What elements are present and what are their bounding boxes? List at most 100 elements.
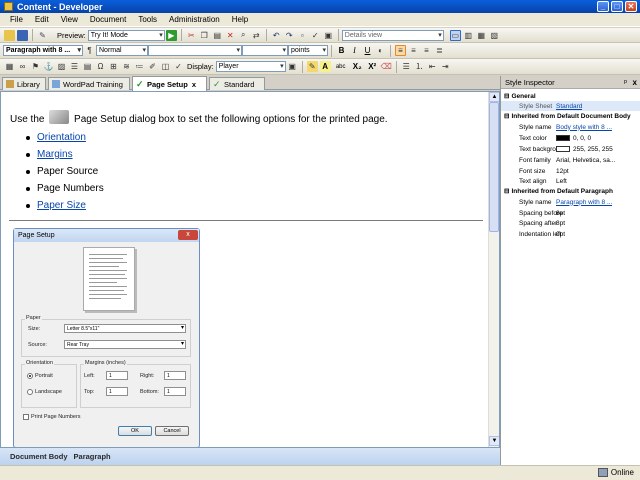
indent-icon[interactable]: ⇥ — [440, 61, 451, 72]
bullets-icon[interactable]: ☰ — [401, 61, 412, 72]
text-highlight-button[interactable]: A — [319, 61, 331, 72]
editor-area[interactable]: Use the Page Setup dialog box to set the… — [0, 91, 500, 448]
field-icon[interactable]: ⊞ — [108, 61, 119, 72]
new-page-icon[interactable]: ▫ — [297, 30, 308, 41]
paper-size-link[interactable]: Paper Size — [37, 200, 86, 211]
tab-library[interactable]: Library — [2, 77, 46, 90]
scroll-up-icon[interactable]: ▲ — [489, 92, 499, 102]
menu-administration[interactable]: Administration — [163, 15, 226, 24]
align-left-icon[interactable]: ≡ — [395, 45, 406, 56]
grid-icon[interactable]: ▤ — [82, 61, 93, 72]
tab-wordpad-training[interactable]: WordPad Training — [48, 77, 130, 90]
highlight-icon[interactable]: ✎ — [306, 61, 318, 72]
snippet-icon[interactable]: ≔ — [134, 61, 145, 72]
display-select[interactable]: Player — [215, 61, 286, 72]
cut-icon[interactable]: ✂ — [186, 30, 197, 41]
italic-button[interactable]: I — [349, 45, 360, 56]
inspector-close-icon[interactable]: x — [633, 78, 637, 87]
tab-close-icon[interactable]: x — [192, 80, 196, 89]
row-value[interactable]: Body style with 8 ... — [556, 124, 612, 131]
numbering-icon[interactable]: ⒈ — [414, 61, 425, 72]
eraser-icon[interactable]: ⌫ — [381, 61, 392, 72]
maximize-button[interactable]: □ — [611, 1, 623, 12]
find-replace-icon[interactable]: ⇄ — [251, 30, 262, 41]
pin-icon[interactable]: ᵖ — [624, 78, 627, 87]
align-center-icon[interactable]: ≡ — [408, 45, 419, 56]
row-key: Spacing after — [519, 219, 558, 227]
color-icon[interactable]: ◐ — [375, 45, 386, 56]
margins-link[interactable]: Margins — [37, 149, 73, 160]
spellcheck-icon[interactable]: ✓ — [173, 61, 184, 72]
general-section[interactable]: ⊟ General — [501, 91, 640, 101]
delete-icon[interactable]: ✕ — [225, 30, 236, 41]
bookmark-icon[interactable]: ⚑ — [30, 61, 41, 72]
undo-icon[interactable]: ↶ — [271, 30, 282, 41]
link-icon[interactable]: ∞ — [17, 61, 28, 72]
font-select[interactable] — [148, 45, 242, 56]
style-icon[interactable]: ¶ — [84, 45, 95, 56]
check-icon[interactable]: ✓ — [310, 30, 321, 41]
copy-icon[interactable]: ❐ — [199, 30, 210, 41]
outdent-icon[interactable]: ⇤ — [427, 61, 438, 72]
underline-button[interactable]: U — [362, 45, 373, 56]
bold-button[interactable]: B — [336, 45, 347, 56]
tab-page-setup[interactable]: ✓ Page Setup x — [132, 76, 207, 91]
variable-icon[interactable]: ≋ — [121, 61, 132, 72]
menu-tools[interactable]: Tools — [132, 15, 163, 24]
character-style-select[interactable]: Normal — [96, 45, 148, 56]
tab-standard[interactable]: ✓ Standard — [209, 77, 265, 90]
media-icon[interactable]: ◫ — [160, 61, 171, 72]
row-value: Left — [556, 177, 567, 185]
strikethrough-button[interactable]: abc — [333, 61, 349, 72]
minimize-button[interactable]: _ — [597, 1, 609, 12]
path-paragraph[interactable]: Paragraph — [74, 452, 111, 461]
orientation-link[interactable]: Orientation — [37, 132, 86, 143]
layout-full-icon[interactable]: ▧ — [489, 30, 500, 41]
style-sheet-row[interactable]: Style Sheet Standard — [501, 101, 640, 111]
path-document-body[interactable]: Document Body — [10, 452, 68, 461]
open-icon[interactable] — [4, 29, 15, 41]
layout-panel-icon[interactable]: ▦ — [476, 30, 487, 41]
superscript-button[interactable]: X² — [366, 61, 379, 72]
menu-document[interactable]: Document — [84, 15, 132, 24]
inspector-row: Font family Arial, Helvetica, sa... — [501, 155, 640, 165]
find-icon[interactable]: ⌕ — [238, 30, 249, 41]
list-icon[interactable]: ☰ — [69, 61, 80, 72]
paste-icon[interactable]: ▤ — [212, 30, 223, 41]
scroll-down-icon[interactable]: ▼ — [489, 436, 499, 446]
image-icon[interactable]: ▨ — [56, 61, 67, 72]
paragraph-section[interactable]: ⊟ Inherited from Default Paragraph — [501, 186, 640, 196]
menu-edit[interactable]: Edit — [29, 15, 55, 24]
view-select[interactable]: Details view — [341, 29, 444, 41]
preview-mode-select[interactable]: Try It! Mode — [87, 29, 165, 41]
properties-icon[interactable]: ▣ — [323, 30, 334, 41]
comment-icon[interactable]: ✐ — [147, 61, 158, 72]
layout-normal-icon[interactable]: ▭ — [449, 29, 461, 41]
symbol-icon[interactable]: Ω — [95, 61, 106, 72]
menu-help[interactable]: Help — [226, 15, 254, 24]
close-button[interactable]: ✕ — [625, 1, 637, 12]
scrollbar-thumb[interactable] — [489, 102, 499, 232]
row-value[interactable]: Paragraph with 8 ... — [556, 199, 612, 206]
redo-icon[interactable]: ↷ — [284, 30, 295, 41]
table-icon[interactable]: ▦ — [4, 61, 15, 72]
row-value[interactable]: Standard — [556, 103, 582, 110]
subscript-button[interactable]: X₂ — [351, 61, 364, 72]
save-icon[interactable] — [17, 29, 28, 41]
row-key: Font family — [519, 156, 551, 164]
doc-body-section[interactable]: ⊟ Inherited from Default Document Body — [501, 111, 640, 121]
menu-view[interactable]: View — [55, 15, 84, 24]
justify-icon[interactable]: ≣ — [434, 45, 445, 56]
align-right-icon[interactable]: ≡ — [421, 45, 432, 56]
paragraph-style-select[interactable]: Paragraph with 8 ... — [3, 45, 83, 56]
row-value: 8pt — [556, 209, 566, 217]
menu-file[interactable]: File — [4, 15, 29, 24]
units-select[interactable]: points — [288, 45, 328, 56]
display-settings-icon[interactable]: ▣ — [287, 61, 298, 72]
anchor-icon[interactable]: ⚓ — [43, 61, 54, 72]
layout-split-icon[interactable]: ▥ — [463, 30, 474, 41]
font-size-select[interactable] — [242, 45, 288, 56]
edit-icon[interactable]: ✎ — [37, 30, 48, 41]
tab-label: Page Setup — [147, 79, 188, 89]
play-icon[interactable]: ▶ — [165, 29, 177, 41]
